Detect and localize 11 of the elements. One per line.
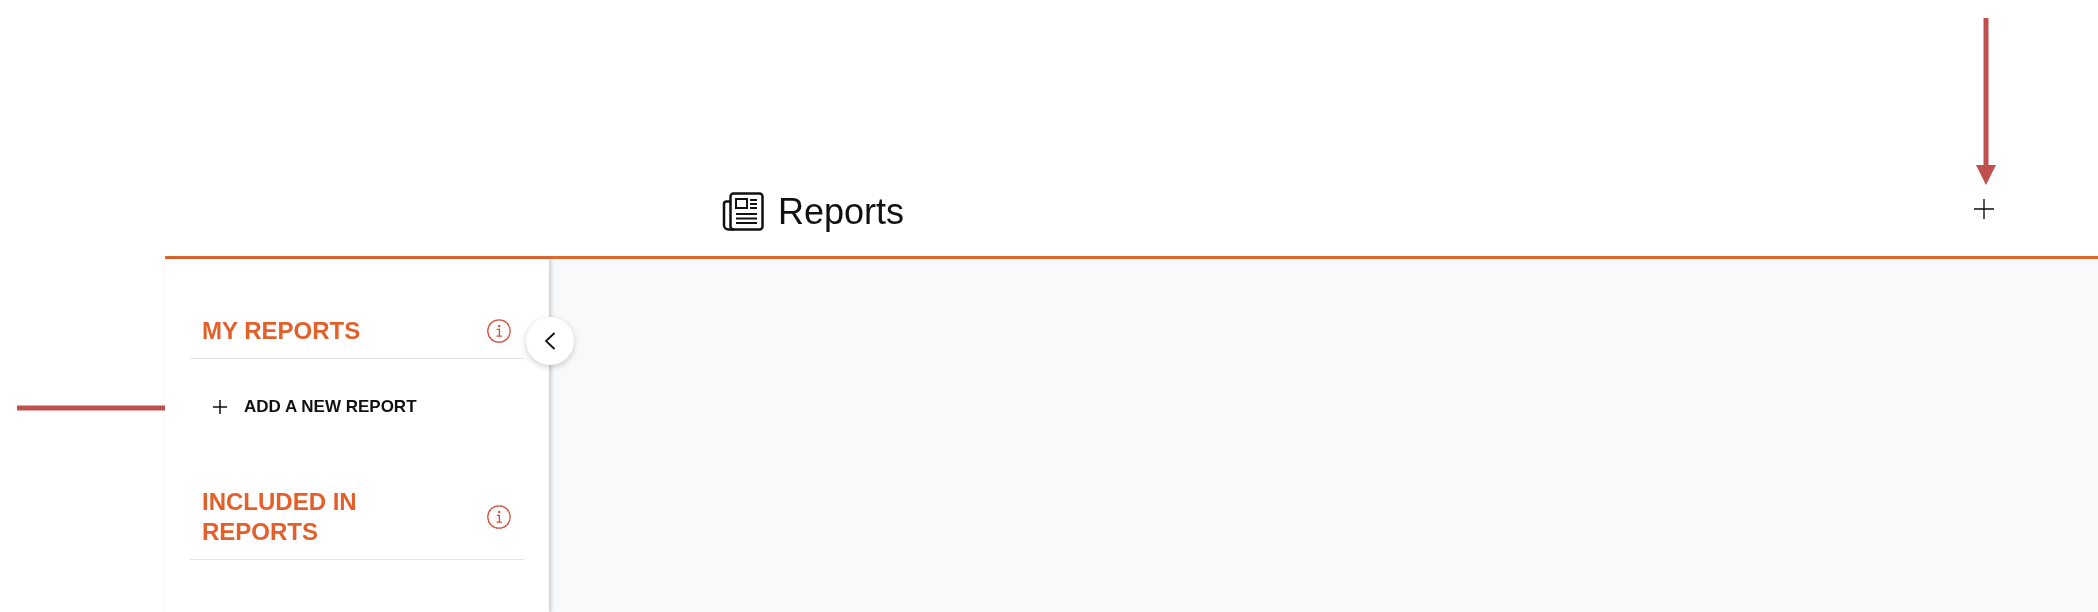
info-icon[interactable] xyxy=(487,505,511,529)
add-report-button[interactable]: ADD A NEW REPORT xyxy=(213,397,417,417)
page-title: Reports xyxy=(778,190,905,234)
section-title: INCLUDED IN REPORTS xyxy=(202,487,358,547)
plus-icon xyxy=(1974,199,1994,219)
info-icon[interactable] xyxy=(487,319,511,343)
plus-icon xyxy=(213,400,227,414)
chevron-left-icon xyxy=(544,332,556,350)
add-button[interactable] xyxy=(1974,199,1994,219)
section-title: MY REPORTS xyxy=(202,316,361,346)
newspaper-icon xyxy=(722,192,764,232)
